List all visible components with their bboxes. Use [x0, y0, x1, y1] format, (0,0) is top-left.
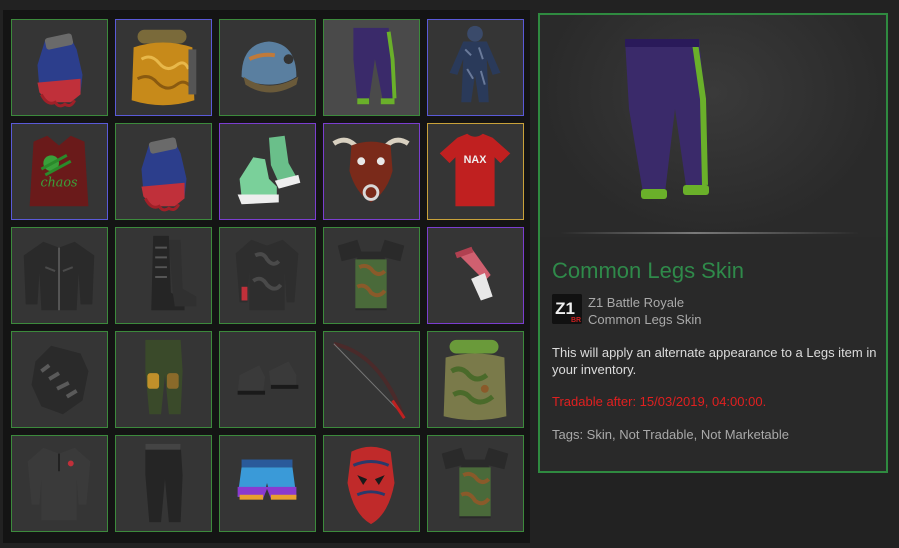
inventory-slot-8[interactable]: [219, 123, 316, 220]
item-type: Common Legs Skin: [588, 312, 702, 327]
chaos-logo-text: chaos: [40, 176, 78, 191]
inventory-slot-15[interactable]: [427, 227, 524, 324]
inventory-grid: chaos NAX: [3, 10, 530, 543]
inventory-slot-25[interactable]: [427, 435, 524, 532]
inventory-slot-23[interactable]: [219, 435, 316, 532]
inventory-slot-20[interactable]: [427, 331, 524, 428]
purple-pants-icon: [625, 39, 709, 199]
fingerless-glove-icon: [37, 33, 83, 108]
inventory-slot-9[interactable]: [323, 123, 420, 220]
inventory-slot-17[interactable]: [115, 331, 212, 428]
inventory-slot-4[interactable]: [323, 19, 420, 116]
inventory-slot-22[interactable]: [115, 435, 212, 532]
green-sneakers-icon: [237, 135, 301, 205]
bull-mask-icon: [332, 137, 410, 203]
item-preview: [540, 15, 886, 237]
red-pistol-icon: [454, 246, 493, 301]
inventory-slot-24[interactable]: [323, 435, 420, 532]
ghillie-suit-icon: [449, 25, 501, 103]
fingerless-glove-icon: [141, 137, 187, 212]
cargo-pants-icon: [145, 339, 183, 415]
red-mask-icon: [347, 446, 395, 525]
game-logo-subtext: BR: [571, 317, 581, 324]
inventory-slot-1[interactable]: [11, 19, 108, 116]
inventory-slot-21[interactable]: [11, 435, 108, 532]
item-name: Common Legs Skin: [552, 258, 744, 283]
game-name: Z1 Battle Royale: [588, 295, 685, 310]
inventory-slot-3[interactable]: [219, 19, 316, 116]
divider: [560, 232, 860, 234]
game-logo-text: Z1: [555, 299, 575, 318]
inventory-slot-7[interactable]: [115, 123, 212, 220]
helmet-icon: [241, 41, 299, 93]
inventory-slot-6[interactable]: chaos: [11, 123, 108, 220]
tactical-glove-icon: [31, 345, 89, 415]
black-pants-icon: [145, 443, 183, 523]
inventory-slot-2[interactable]: [115, 19, 212, 116]
bow-icon: [333, 341, 406, 420]
backpack-icon: [131, 29, 197, 106]
inventory-slot-16[interactable]: [11, 331, 108, 428]
camo-armor-icon: [441, 447, 509, 519]
camo-backpack-icon: [443, 339, 507, 421]
purple-pants-icon: [353, 27, 397, 105]
shorts-icon: [237, 459, 297, 500]
game-logo: Z1 BR: [552, 294, 582, 324]
henley-shirt-icon: [27, 447, 91, 521]
tradable-after: Tradable after: 15/03/2019, 04:00:00.: [552, 394, 767, 409]
low-boots-icon: [237, 361, 299, 395]
inventory-slot-5[interactable]: [427, 19, 524, 116]
inventory-slot-12[interactable]: [115, 227, 212, 324]
item-details-panel: Common Legs Skin Z1 BR Z1 Battle Royale …: [538, 13, 888, 473]
inventory-slot-11[interactable]: [11, 227, 108, 324]
combat-boots-icon: [151, 235, 197, 311]
inventory-slot-10[interactable]: NAX: [427, 123, 524, 220]
leather-jacket-icon: [23, 241, 95, 311]
inventory-slot-19[interactable]: [323, 331, 420, 428]
red-tshirt-icon: NAX: [439, 133, 511, 207]
inventory-slot-18[interactable]: [219, 331, 316, 428]
item-description: This will apply an alternate appearance …: [552, 345, 877, 377]
chaos-vest-icon: chaos: [29, 135, 89, 207]
inventory-slot-13[interactable]: [219, 227, 316, 324]
camo-shirt-icon: [235, 239, 299, 311]
item-tags: Tags: Skin, Not Tradable, Not Marketable: [552, 427, 790, 442]
camo-armor-icon: [337, 239, 405, 311]
inventory-slot-14[interactable]: [323, 227, 420, 324]
nax-logo-text: NAX: [464, 154, 488, 166]
